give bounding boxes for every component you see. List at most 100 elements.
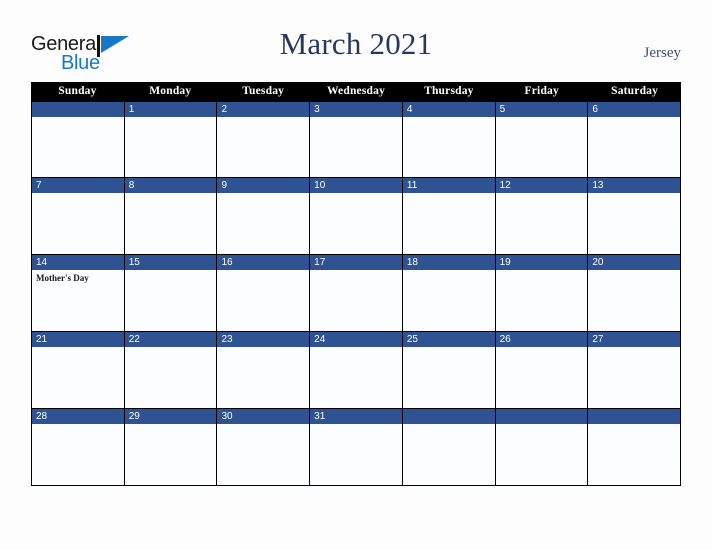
day-body <box>125 193 217 254</box>
day-cell-10[interactable]: 10 <box>310 178 403 254</box>
calendar-event: Mother's Day <box>36 273 89 283</box>
day-cell-26[interactable]: 26 <box>495 332 589 408</box>
day-body <box>217 193 309 254</box>
day-cell-12[interactable]: 12 <box>495 178 589 254</box>
locale-label: Jersey <box>643 45 682 61</box>
day-number: 27 <box>592 334 604 345</box>
day-number-band: 2 <box>217 102 310 117</box>
day-number-band <box>495 409 588 424</box>
day-cell-1[interactable]: 1 <box>124 102 218 177</box>
day-cell-21[interactable]: 21 <box>32 332 125 408</box>
day-cell-19[interactable]: 19 <box>495 255 589 331</box>
page-title: March 2021 <box>279 26 433 61</box>
day-number-band: 28 <box>32 409 124 424</box>
day-cell-22[interactable]: 22 <box>124 332 218 408</box>
day-cell-23[interactable]: 23 <box>217 332 311 408</box>
day-body <box>310 270 402 331</box>
day-cell-3[interactable]: 3 <box>310 102 403 177</box>
day-body <box>310 117 402 177</box>
day-number: 10 <box>314 180 326 191</box>
day-number: 20 <box>592 257 604 268</box>
day-number: 18 <box>406 257 418 268</box>
day-cell-16[interactable]: 16 <box>217 255 311 331</box>
day-number: 26 <box>499 334 511 345</box>
day-cell-4[interactable]: 4 <box>402 102 496 177</box>
day-number: 31 <box>314 411 326 422</box>
day-number: 29 <box>128 411 140 422</box>
day-cell-20[interactable]: 20 <box>588 255 682 331</box>
day-cell-25[interactable]: 25 <box>402 332 496 408</box>
day-cell-29[interactable]: 29 <box>124 409 218 485</box>
day-number-band: 13 <box>588 178 681 193</box>
day-cell-6[interactable]: 6 <box>588 102 682 177</box>
day-cell-17[interactable]: 17 <box>310 255 403 331</box>
weekday-header-thursday: Thursday <box>424 85 474 97</box>
day-cell-30[interactable]: 30 <box>217 409 311 485</box>
day-number-band: 1 <box>124 102 217 117</box>
day-cell-empty[interactable] <box>32 102 125 177</box>
day-number: 13 <box>592 180 604 191</box>
day-number-band: 5 <box>495 102 588 117</box>
day-number-band: 31 <box>310 409 402 424</box>
day-number: 12 <box>499 180 511 191</box>
day-cell-2[interactable]: 2 <box>217 102 311 177</box>
day-number-band: 21 <box>32 332 124 347</box>
day-cell-18[interactable]: 18 <box>402 255 496 331</box>
day-body <box>403 117 495 177</box>
day-number: 22 <box>128 334 140 345</box>
day-body <box>217 270 309 331</box>
day-cell-9[interactable]: 9 <box>217 178 311 254</box>
day-cell-7[interactable]: 7 <box>32 178 125 254</box>
day-number: 8 <box>128 180 135 191</box>
day-cell-empty[interactable] <box>402 409 496 485</box>
day-cell-15[interactable]: 15 <box>124 255 218 331</box>
day-body <box>403 424 495 485</box>
day-body <box>496 270 588 331</box>
calendar-week-row: 14 Mother's Day 15 16 17 18 19 20 <box>31 255 682 332</box>
day-number: 14 <box>36 257 48 268</box>
day-cell-5[interactable]: 5 <box>495 102 589 177</box>
weekday-header-monday: Monday <box>149 85 192 97</box>
day-body <box>125 347 217 408</box>
day-number: 30 <box>221 411 233 422</box>
day-number-band: 19 <box>495 255 588 270</box>
day-body <box>496 347 588 408</box>
day-number: 16 <box>221 257 233 268</box>
day-body <box>125 270 217 331</box>
day-body <box>403 193 495 254</box>
day-number-band: 26 <box>495 332 588 347</box>
day-number-band: 12 <box>495 178 588 193</box>
day-cell-8[interactable]: 8 <box>124 178 218 254</box>
day-number: 2 <box>221 104 227 115</box>
day-cell-28[interactable]: 28 <box>32 409 125 485</box>
day-body <box>32 347 124 408</box>
day-body <box>310 347 402 408</box>
day-number: 7 <box>36 180 42 191</box>
day-cell-11[interactable]: 11 <box>402 178 496 254</box>
day-cell-31[interactable]: 31 <box>310 409 403 485</box>
day-number-band: 4 <box>402 102 495 117</box>
day-cell-24[interactable]: 24 <box>310 332 403 408</box>
day-number-band: 17 <box>310 255 402 270</box>
day-cell-empty[interactable] <box>588 409 682 485</box>
day-number-band <box>588 409 681 424</box>
page-header: General Blue March 2021 Jersey <box>0 0 712 82</box>
day-body <box>125 117 217 177</box>
day-number-band: 27 <box>588 332 681 347</box>
day-number-band: 20 <box>588 255 681 270</box>
day-body <box>496 424 588 485</box>
day-number: 17 <box>314 257 326 268</box>
day-cell-empty[interactable] <box>495 409 589 485</box>
day-cell-13[interactable]: 13 <box>588 178 682 254</box>
day-number-band: 11 <box>402 178 495 193</box>
day-number-band: 24 <box>310 332 402 347</box>
day-body <box>32 117 124 177</box>
day-number-band: 6 <box>588 102 681 117</box>
day-body <box>588 347 680 408</box>
day-body <box>310 193 402 254</box>
day-cell-27[interactable]: 27 <box>588 332 682 408</box>
day-number-band: 14 <box>32 255 124 270</box>
day-cell-14[interactable]: 14 Mother's Day <box>32 255 125 331</box>
day-number-band: 10 <box>310 178 402 193</box>
day-body <box>588 424 680 485</box>
